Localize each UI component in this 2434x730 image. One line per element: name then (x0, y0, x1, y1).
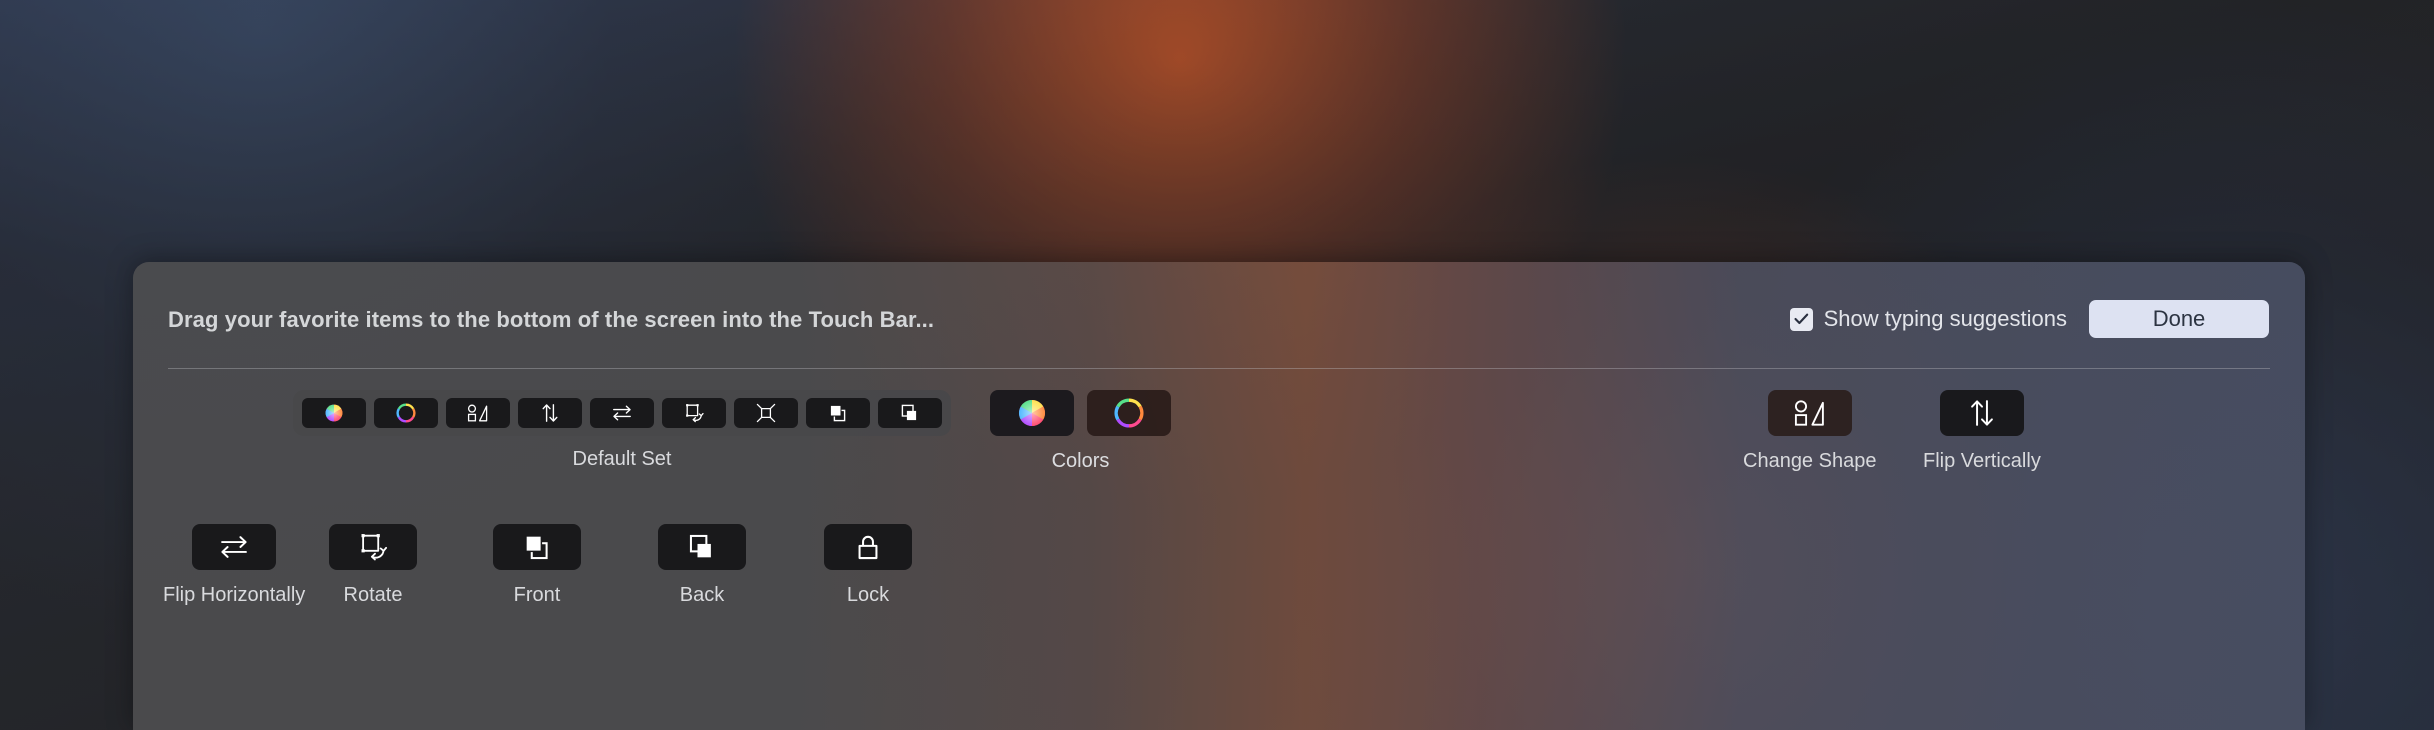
front-caption: Front (513, 584, 561, 606)
palette-row-top: Default Set Colors Change Shape Flip Ver… (133, 390, 2305, 510)
colors-tiles (990, 390, 1171, 436)
default-set-item-colors-ring[interactable] (374, 398, 438, 428)
flip-vertically-icon (1971, 400, 1993, 426)
change-shape-caption: Change Shape (1743, 450, 1877, 472)
change-shape-icon (467, 404, 488, 422)
rotate-tile[interactable] (329, 524, 417, 570)
default-set-item-flip-vertically[interactable] (518, 398, 582, 428)
default-set-item-resize[interactable] (734, 398, 798, 428)
back-caption: Back (679, 584, 725, 606)
header-separator (168, 368, 2270, 369)
palette-row-bottom: Flip Horizontally Rotate Front Back Lock (133, 524, 2305, 644)
default-set-item-rotate[interactable] (662, 398, 726, 428)
default-set-item-back[interactable] (878, 398, 942, 428)
palette-item-change-shape[interactable]: Change Shape (1743, 390, 1876, 473)
default-set-strip[interactable] (293, 390, 951, 436)
flip-horizontally-icon (613, 405, 631, 421)
palette-item-back[interactable]: Back (658, 524, 746, 607)
palette-item-flip-vertically[interactable]: Flip Vertically (1923, 390, 2041, 473)
front-icon (525, 535, 548, 560)
default-set-caption: Default Set (572, 448, 672, 470)
front-tile[interactable] (493, 524, 581, 570)
default-set-item-change-shape[interactable] (446, 398, 510, 428)
resize-icon (756, 403, 776, 423)
flip-vertically-caption: Flip Vertically (1923, 450, 2041, 472)
colors-ring-tile[interactable] (1087, 390, 1171, 436)
checkbox-box[interactable] (1789, 307, 1813, 331)
palette-item-lock[interactable]: Lock (824, 524, 912, 607)
panel-header: Drag your favorite items to the bottom o… (133, 262, 2305, 368)
change-shape-tile[interactable] (1767, 390, 1852, 436)
checkbox-label: Show typing suggestions (1823, 306, 2067, 331)
header-controls: Show typing suggestions Done (1789, 300, 2269, 338)
color-wheel-ring-icon (396, 403, 416, 423)
flip-vertically-tile[interactable] (1939, 390, 2024, 436)
lock-caption: Lock (846, 584, 890, 606)
change-shape-icon (1794, 400, 1824, 426)
colors-caption: Colors (1051, 450, 1110, 472)
back-tile[interactable] (658, 524, 746, 570)
color-wheel-ring-icon (1114, 398, 1144, 428)
back-icon (901, 404, 918, 422)
lock-icon (858, 535, 878, 560)
color-wheel-filled-icon (325, 404, 343, 422)
rotate-caption: Rotate (343, 584, 403, 606)
color-wheel-filled-icon (1018, 400, 1046, 426)
flip-vertically-icon (542, 404, 558, 422)
touch-bar-customization-panel: Drag your favorite items to the bottom o… (133, 262, 2305, 730)
checkmark-icon (1794, 313, 1808, 325)
lock-tile[interactable] (824, 524, 912, 570)
default-set-group[interactable]: Default Set (293, 390, 951, 471)
default-set-item-front[interactable] (806, 398, 870, 428)
palette-item-flip-horizontally[interactable]: Flip Horizontally (163, 524, 305, 607)
front-icon (829, 404, 846, 422)
flip-horizontally-tile[interactable] (192, 524, 277, 570)
palette-item-colors[interactable]: Colors (990, 390, 1171, 473)
flip-horizontally-icon (221, 536, 248, 558)
page-title: Drag your favorite items to the bottom o… (168, 307, 935, 332)
palette-item-rotate[interactable]: Rotate (329, 524, 417, 607)
colors-filled-tile[interactable] (990, 390, 1074, 436)
rotate-icon (361, 534, 388, 561)
show-typing-suggestions-checkbox[interactable]: Show typing suggestions (1789, 306, 2067, 332)
back-icon (689, 534, 713, 559)
default-set-item-flip-horizontally[interactable] (590, 398, 654, 428)
flip-horizontally-caption: Flip Horizontally (163, 584, 306, 606)
default-set-item-colors-filled[interactable] (302, 398, 366, 428)
done-button[interactable]: Done (2089, 300, 2269, 338)
palette-item-front[interactable]: Front (493, 524, 581, 607)
rotate-icon (686, 404, 704, 423)
